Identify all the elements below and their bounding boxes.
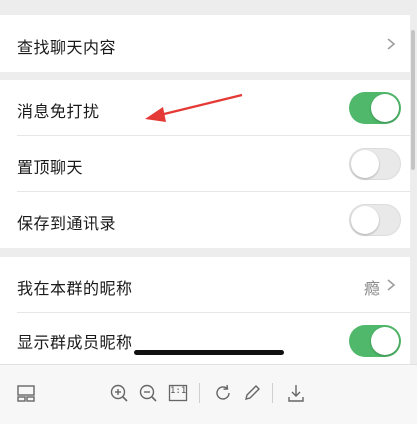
zoom-in-icon[interactable] [108, 382, 130, 404]
section-gap [0, 72, 410, 80]
my-group-alias-label: 我在本群的昵称 [17, 279, 133, 298]
mute-notifications-label: 消息免打扰 [17, 102, 100, 121]
search-chat-history-label: 查找聊天内容 [17, 37, 117, 57]
sticky-on-top-toggle[interactable] [349, 148, 401, 180]
sticky-on-top-label: 置顶聊天 [17, 158, 84, 177]
search-chat-history-row[interactable]: 查找聊天内容 [0, 15, 410, 72]
show-member-nicknames-row: 显示群成员昵称 [0, 313, 410, 364]
section-gap [0, 248, 410, 257]
home-indicator [134, 350, 284, 355]
chevron-right-icon [387, 37, 396, 50]
save-to-contacts-label: 保存到通讯录 [17, 214, 117, 233]
zoom-out-icon[interactable] [137, 382, 159, 404]
save-to-contacts-row: 保存到通讯录 [0, 192, 410, 248]
save-to-contacts-toggle[interactable] [349, 204, 401, 236]
section-gap [0, 0, 410, 15]
toolbar-divider [199, 383, 200, 403]
sticky-on-top-row: 置顶聊天 [0, 136, 410, 192]
show-member-nicknames-toggle[interactable] [349, 325, 401, 357]
my-group-alias-row[interactable]: 我在本群的昵称 瘾 [0, 257, 410, 313]
rotate-icon[interactable] [212, 382, 234, 404]
scrollbar[interactable] [411, 30, 415, 170]
edit-pen-icon[interactable] [241, 382, 263, 404]
layout-icon[interactable] [15, 382, 37, 404]
mute-notifications-toggle[interactable] [349, 92, 401, 124]
toolbar-divider [272, 383, 273, 403]
download-icon[interactable] [285, 382, 307, 404]
show-member-nicknames-label: 显示群成员昵称 [17, 333, 133, 352]
chevron-right-icon [387, 279, 396, 291]
actual-size-label: 1:1 [170, 386, 187, 396]
my-group-alias-value: 瘾 [363, 279, 380, 298]
actual-size-icon[interactable]: 1:1 [167, 382, 189, 404]
image-viewer-toolbar: 1:1 [0, 364, 417, 424]
mute-notifications-row: 消息免打扰 [0, 80, 410, 136]
